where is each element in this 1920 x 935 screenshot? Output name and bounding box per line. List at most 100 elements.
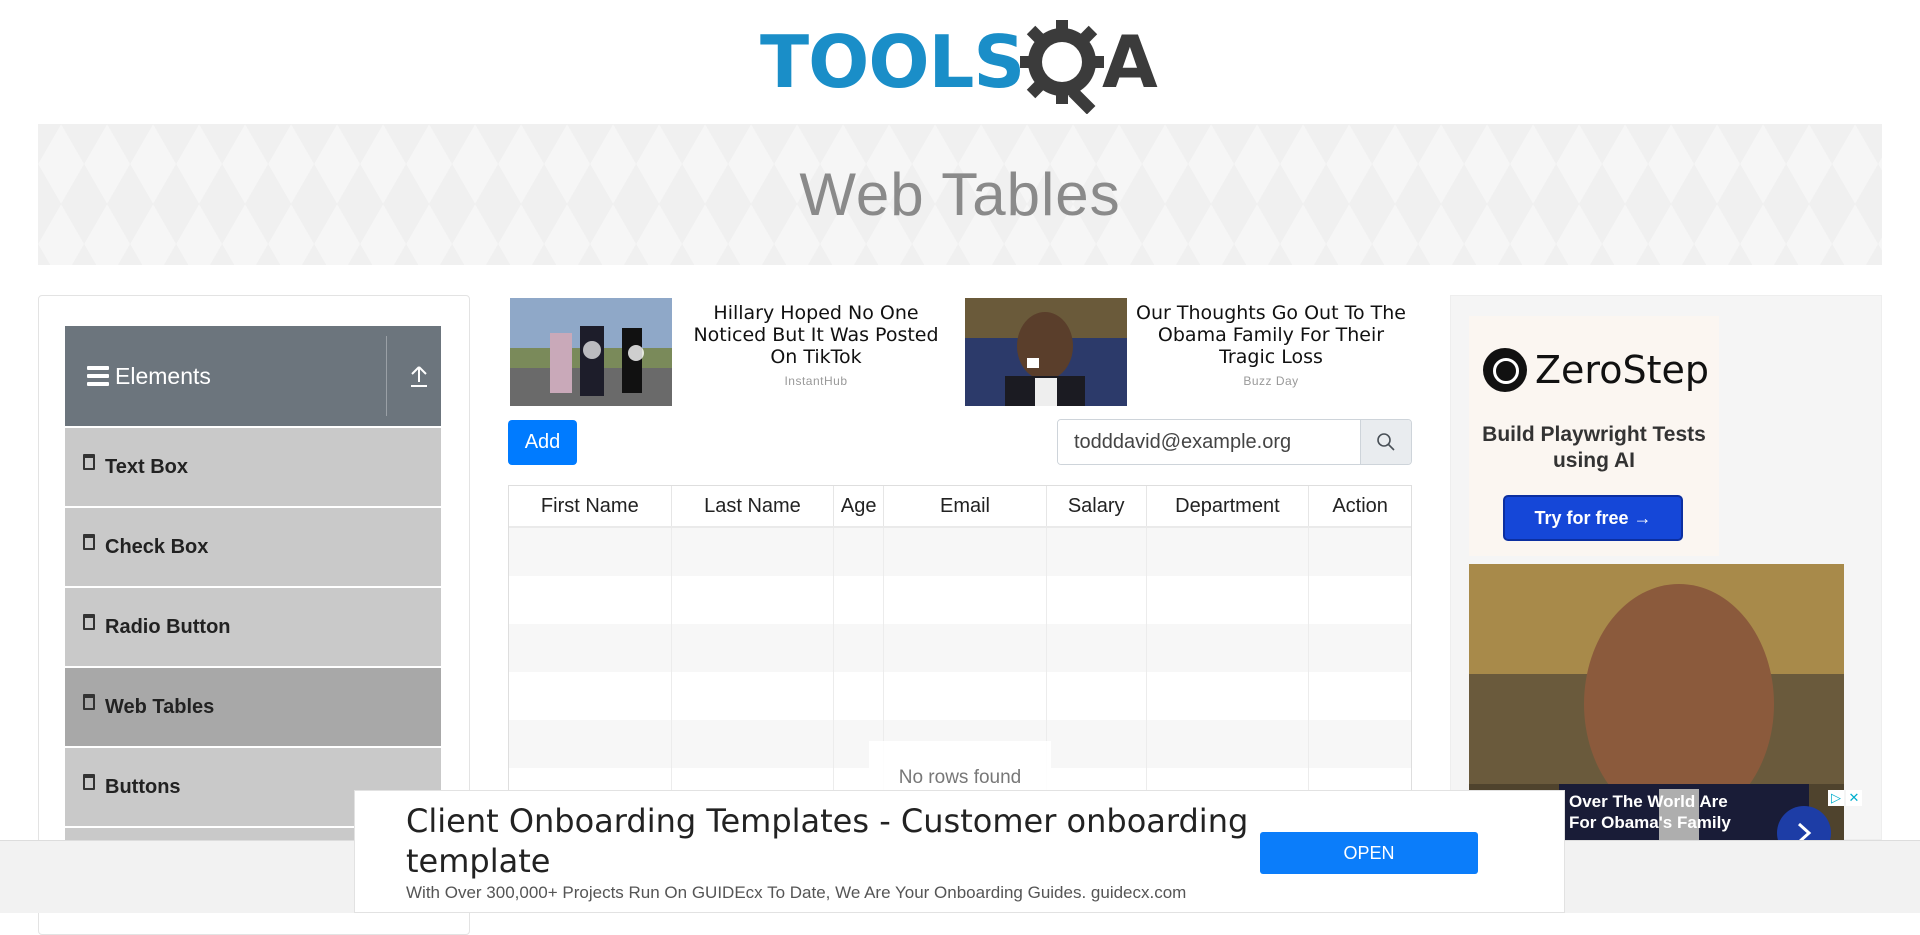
bottom-ad[interactable]: Client Onboarding Templates - Customer o… [354,790,1565,913]
collapse-up-icon[interactable] [409,364,429,388]
table-row [509,528,1411,576]
table-cell [672,720,835,768]
table-cell [672,528,835,576]
zerostep-subtitle: Build Playwright Tests using AI [1482,423,1706,472]
sidebar-item-text-box[interactable]: Text Box [65,428,441,506]
table-cell [1047,672,1147,720]
page-banner: Web Tables [38,124,1882,265]
table-cell [1309,576,1411,624]
table-cell [1309,624,1411,672]
column-header-first-name[interactable]: First Name [509,486,672,526]
ad-title-2: Our Thoughts Go Out To The Obama Family … [1136,302,1406,368]
table-cell [509,528,672,576]
table-cell [884,672,1047,720]
table-cell [509,624,672,672]
logo-text-tools: TOOLS [760,20,1025,104]
sidebar-item-check-box[interactable]: Check Box [65,508,441,586]
zerostep-logo: ZeroStep [1483,348,1709,392]
ad-source-1: InstantHub [784,374,848,388]
table-row [509,624,1411,672]
column-header-age[interactable]: Age [834,486,885,526]
sidebar-item-label: Buttons [105,775,181,798]
native-ad-2[interactable]: Our Thoughts Go Out To The Obama Family … [965,298,1425,408]
table-row [509,672,1411,720]
html5-icon [83,534,95,550]
zerostep-ad-card: ZeroStep Build Playwright Tests using AI… [1469,316,1719,556]
table-cell [1047,624,1147,672]
sidebar-item-web-tables[interactable]: Web Tables [65,668,441,746]
column-header-email[interactable]: Email [884,486,1047,526]
adchoices-badge[interactable]: ▷ ✕ [1828,790,1862,806]
sidebar-item-label: Radio Button [105,615,231,638]
table-cell [1147,528,1310,576]
table-header: First Name Last Name Age Email Salary De… [509,486,1411,528]
add-button[interactable]: Add [508,420,577,465]
table-cell [884,576,1047,624]
column-header-action: Action [1332,494,1388,517]
ad-title-1: Hillary Hoped No One Noticed But It Was … [693,302,939,368]
site-header: TOOLS A [0,0,1920,124]
ad-source-2: Buzz Day [1243,374,1299,388]
table-cell [884,624,1047,672]
html5-icon [83,614,95,630]
native-ad-1[interactable]: Hillary Hoped No One Noticed But It Was … [510,298,970,408]
table-cell [834,528,885,576]
bottom-ad-title: Client Onboarding Templates - Customer o… [406,802,1249,880]
search-icon [1377,433,1395,451]
bottom-ad-description: With Over 300,000+ Projects Run On GUIDE… [406,883,1187,902]
table-cell [1147,624,1310,672]
hamburger-icon [87,366,109,386]
sidebar-group-label: Elements [115,362,211,389]
sidebar-group-elements[interactable]: Elements [65,326,441,426]
table-cell [1309,528,1411,576]
table-cell [1147,720,1310,768]
zerostep-brand: ZeroStep [1535,348,1709,392]
html5-icon [83,454,95,470]
no-rows-message: No rows found [869,741,1051,794]
header-divider [386,336,387,416]
table-cell [509,576,672,624]
table-cell [834,672,885,720]
sidebar-item-label: Web Tables [105,695,215,718]
table-cell [1147,672,1310,720]
sidebar-item-label: Check Box [105,535,209,558]
table-cell [1309,720,1411,768]
table-cell [1047,576,1147,624]
web-table: First Name Last Name Age Email Salary De… [508,485,1412,795]
table-cell [1047,720,1147,768]
ad-caption: Over The World Are For Obama's Family [1569,792,1731,832]
zerostep-logo-icon [1483,348,1527,392]
table-cell [509,672,672,720]
column-header-last-name[interactable]: Last Name [672,486,835,526]
right-ad[interactable]: ZeroStep Build Playwright Tests using AI… [1450,295,1882,860]
adchoices-icon: ▷ [1828,790,1844,806]
table-row [509,576,1411,624]
column-header-salary[interactable]: Salary [1047,486,1147,526]
logo-text-a: A [1102,20,1158,104]
table-cell [672,672,835,720]
search-input[interactable] [1058,420,1360,464]
toolsqa-logo[interactable]: TOOLS A [760,18,1165,114]
sidebar-item-radio-button[interactable]: Radio Button [65,588,441,666]
open-button[interactable]: OPEN [1260,832,1478,874]
page-title: Web Tables [799,161,1121,228]
table-cell [672,576,835,624]
table-cell [1147,576,1310,624]
table-cell [1309,672,1411,720]
html5-icon [83,694,95,710]
table-cell [672,624,835,672]
table-cell [834,576,885,624]
column-header-department[interactable]: Department [1147,486,1310,526]
search-box [1057,419,1412,465]
try-for-free-button[interactable]: Try for free → [1503,495,1683,541]
sidebar-item-label: Text Box [105,455,188,478]
search-button[interactable] [1360,420,1411,464]
close-icon[interactable]: ✕ [1846,790,1862,806]
table-cell [834,624,885,672]
ad-thumbnail-2 [965,298,1127,406]
table-cell [509,720,672,768]
html5-icon [83,774,95,790]
table-cell [884,528,1047,576]
table-cell [1047,528,1147,576]
ad-thumbnail-1 [510,298,672,406]
